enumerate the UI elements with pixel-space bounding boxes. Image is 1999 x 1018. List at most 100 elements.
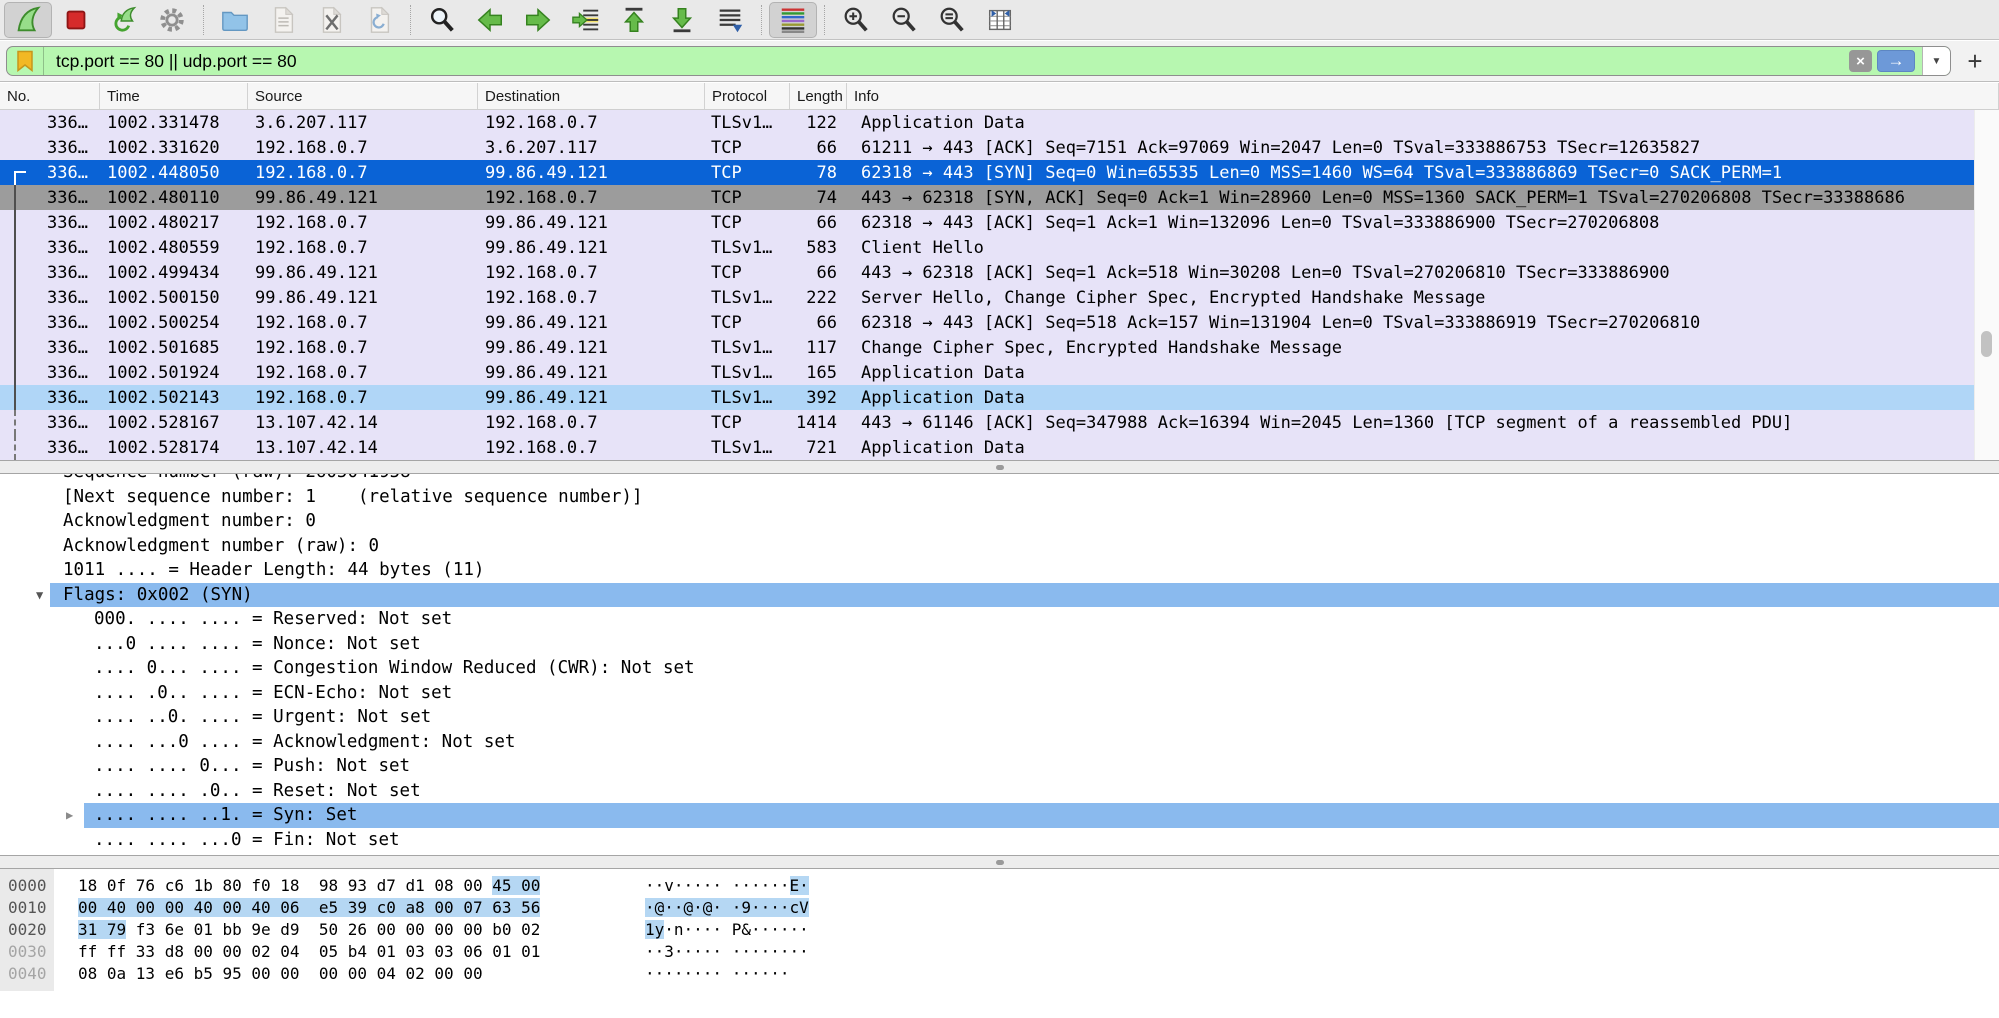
capture-options-button[interactable]: [148, 2, 196, 38]
packet-row[interactable]: 336…1002.448050192.168.0.799.86.49.121TC…: [0, 160, 1975, 185]
packet-row[interactable]: 336…1002.3314783.6.207.117192.168.0.7TLS…: [0, 110, 1975, 135]
packet-cell-length: 78: [790, 163, 847, 183]
packet-row[interactable]: 336…1002.501685192.168.0.799.86.49.121TL…: [0, 335, 1975, 360]
bookmark-icon[interactable]: [16, 50, 34, 72]
zoom-reset-button[interactable]: [928, 2, 976, 38]
packet-cell-destination: 192.168.0.7: [478, 413, 705, 433]
packet-row[interactable]: 336…1002.500254192.168.0.799.86.49.121TC…: [0, 310, 1975, 335]
hex-bytes: ff ff 33 d8 00 00 02 04 05 b4 01 03 03 0…: [78, 941, 540, 963]
splitter-handle[interactable]: [996, 465, 1004, 470]
open-capture-file-button[interactable]: [211, 2, 259, 38]
packet-row[interactable]: 336…1002.49943499.86.49.121192.168.0.7TC…: [0, 260, 1975, 285]
packet-cell-destination: 99.86.49.121: [478, 388, 705, 408]
packet-row[interactable]: 336…1002.52816713.107.42.14192.168.0.7TC…: [0, 410, 1975, 435]
resize-columns-button[interactable]: [976, 2, 1024, 38]
column-header-destination[interactable]: Destination: [478, 83, 705, 109]
detail-line[interactable]: .... .0.. .... = ECN-Echo: Not set: [0, 681, 1999, 706]
hex-row[interactable]: 0030 ff ff 33 d8 00 00 02 04 05 b4 01 03 …: [0, 941, 1999, 963]
save-capture-file-button[interactable]: [259, 2, 307, 38]
filter-clear-button[interactable]: ×: [1849, 50, 1872, 72]
detail-text: .... .... ...0 = Fin: Not set: [94, 828, 400, 853]
detail-line[interactable]: .... .... 0... = Push: Not set: [0, 754, 1999, 779]
column-header-source[interactable]: Source: [248, 83, 478, 109]
packet-cell-info: 62318 → 443 [SYN] Seq=0 Win=65535 Len=0 …: [847, 163, 1975, 183]
column-header-length[interactable]: Length: [790, 83, 847, 109]
detail-line[interactable]: Acknowledgment number: 0: [0, 509, 1999, 534]
detail-line[interactable]: ▶.... .... ..1. = Syn: Set: [0, 803, 1999, 828]
detail-line[interactable]: .... ..0. .... = Urgent: Not set: [0, 705, 1999, 730]
stop-icon: [61, 5, 91, 35]
splitter-handle[interactable]: [996, 860, 1004, 865]
go-to-packet-button[interactable]: [562, 2, 610, 38]
detail-text: Flags: 0x002 (SYN): [63, 583, 253, 608]
hex-row[interactable]: 001000 40 00 00 40 00 40 06 e5 39 c0 a8 …: [0, 897, 1999, 919]
pane-splitter-top[interactable]: [0, 460, 1999, 474]
reload-capture-file-button[interactable]: [355, 2, 403, 38]
detail-line[interactable]: 000. .... .... = Reserved: Not set: [0, 607, 1999, 632]
detail-line[interactable]: 1011 .... = Header Length: 44 bytes (11): [0, 558, 1999, 583]
go-to-first-packet-button[interactable]: [610, 2, 658, 38]
detail-line[interactable]: ...0 .... .... = Nonce: Not set: [0, 632, 1999, 657]
hex-row[interactable]: 000018 0f 76 c6 1b 80 f0 18 98 93 d7 d1 …: [0, 875, 1999, 897]
start-capture-button[interactable]: [4, 2, 52, 38]
folder-icon: [220, 5, 250, 35]
column-header-info[interactable]: Info: [847, 83, 1999, 109]
find-packet-button[interactable]: [418, 2, 466, 38]
detail-line[interactable]: [Next sequence number: 1 (relative seque…: [0, 485, 1999, 510]
detail-text: .... .... 0... = Push: Not set: [94, 754, 410, 779]
packet-cell-time: 1002.480110: [100, 188, 248, 208]
filter-dropdown-caret[interactable]: ▼: [1922, 47, 1950, 75]
packet-cell-no: 336…: [0, 213, 100, 233]
expand-arrow-icon[interactable]: ▶: [66, 803, 73, 828]
detail-line[interactable]: Acknowledgment number (raw): 0: [0, 534, 1999, 559]
packet-row[interactable]: 336…1002.50015099.86.49.121192.168.0.7TL…: [0, 285, 1975, 310]
packet-row[interactable]: 336…1002.52817413.107.42.14192.168.0.7TL…: [0, 435, 1975, 460]
zoom-in-button[interactable]: [832, 2, 880, 38]
hex-row[interactable]: 004008 0a 13 e6 b5 95 00 00 00 00 04 02 …: [0, 963, 1999, 985]
filter-add-button[interactable]: +: [1959, 45, 1991, 77]
go-to-last-packet-button[interactable]: [658, 2, 706, 38]
packet-cell-time: 1002.500150: [100, 288, 248, 308]
toolbar-separator: [761, 5, 762, 35]
zoom-out-button[interactable]: [880, 2, 928, 38]
scrollbar-thumb[interactable]: [1981, 331, 1992, 357]
detail-line[interactable]: Sequence number (raw): 2605041958: [0, 474, 1999, 485]
detail-line[interactable]: .... ...0 .... = Acknowledgment: Not set: [0, 730, 1999, 755]
packet-list-pane: No.TimeSourceDestinationProtocolLengthIn…: [0, 83, 1999, 460]
display-filter-input[interactable]: tcp.port == 80 || udp.port == 80 × → ▼: [6, 46, 1951, 76]
packet-row[interactable]: 336…1002.48011099.86.49.121192.168.0.7TC…: [0, 185, 1975, 210]
packet-cell-info: Application Data: [847, 113, 1975, 133]
packet-row[interactable]: 336…1002.501924192.168.0.799.86.49.121TL…: [0, 360, 1975, 385]
column-header-protocol[interactable]: Protocol: [705, 83, 790, 109]
collapse-arrow-icon[interactable]: ▼: [36, 583, 43, 608]
close-capture-file-button[interactable]: [307, 2, 355, 38]
packet-cell-destination: 99.86.49.121: [478, 338, 705, 358]
stop-capture-button[interactable]: [52, 2, 100, 38]
packet-cell-time: 1002.501685: [100, 338, 248, 358]
detail-line[interactable]: .... .... .0.. = Reset: Not set: [0, 779, 1999, 804]
packet-row[interactable]: 336…1002.502143192.168.0.799.86.49.121TL…: [0, 385, 1975, 410]
auto-scroll-button[interactable]: [706, 2, 754, 38]
hex-row[interactable]: 002031 79 f3 6e 01 bb 9e d9 50 26 00 00 …: [0, 919, 1999, 941]
pane-splitter-bottom[interactable]: [0, 855, 1999, 869]
packet-row[interactable]: 336…1002.480217192.168.0.799.86.49.121TC…: [0, 210, 1975, 235]
packet-cell-destination: 3.6.207.117: [478, 138, 705, 158]
detail-line[interactable]: .... .... ...0 = Fin: Not set: [0, 828, 1999, 853]
packet-row[interactable]: 336…1002.480559192.168.0.799.86.49.121TL…: [0, 235, 1975, 260]
display-filter-text[interactable]: tcp.port == 80 || udp.port == 80: [56, 51, 1849, 72]
go-back-button[interactable]: [466, 2, 514, 38]
hex-offset: 0030: [8, 941, 47, 963]
restart-capture-button[interactable]: [100, 2, 148, 38]
packet-cell-length: 392: [790, 388, 847, 408]
packet-list-scrollbar[interactable]: [1974, 110, 1999, 460]
column-header-time[interactable]: Time: [100, 83, 248, 109]
colorize-packet-list-button[interactable]: [769, 2, 817, 38]
filter-apply-button[interactable]: →: [1877, 50, 1915, 72]
zoom-in-icon: [841, 5, 871, 35]
column-header-no[interactable]: No.: [0, 83, 100, 109]
go-forward-button[interactable]: [514, 2, 562, 38]
detail-line[interactable]: .... 0... .... = Congestion Window Reduc…: [0, 656, 1999, 681]
detail-line[interactable]: ▼ Flags: 0x002 (SYN): [0, 583, 1999, 608]
detail-text: .... .0.. .... = ECN-Echo: Not set: [94, 681, 452, 706]
packet-row[interactable]: 336…1002.331620192.168.0.73.6.207.117TCP…: [0, 135, 1975, 160]
